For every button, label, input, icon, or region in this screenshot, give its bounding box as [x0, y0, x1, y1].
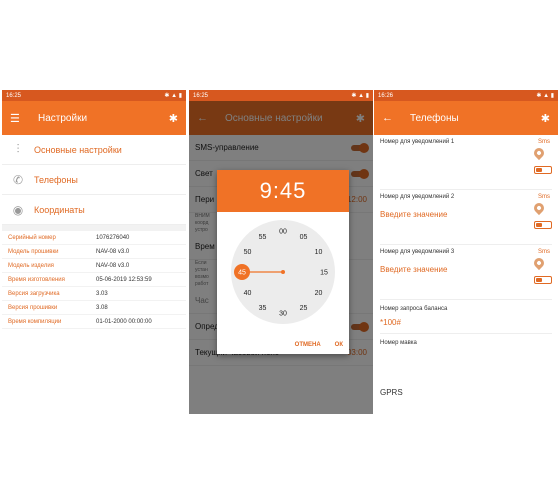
notify-number-1[interactable]: Номер для уведомлений 1 Sms	[374, 135, 558, 189]
minute-label[interactable]: 35	[259, 305, 267, 312]
dialog-actions: ОТМЕНА ОК	[295, 342, 343, 348]
menu-item-phones[interactable]: ✆ Телефоны	[2, 165, 186, 195]
status-time: 16:25	[193, 92, 209, 99]
minute-label[interactable]: 10	[315, 249, 323, 256]
status-bar: 16:25 ✱ ▲ ▮	[2, 90, 186, 101]
info-key: Модель изделия	[8, 262, 54, 269]
info-row: Серийный номер 1076276040	[2, 231, 186, 245]
location-pin-icon[interactable]	[531, 145, 547, 161]
status-bar: 16:26 ✱ ▲ ▮	[374, 90, 558, 101]
sms-toggle[interactable]	[534, 166, 552, 174]
info-value: 3.08	[96, 304, 108, 311]
main-settings-screen: 16:25 ✱ ▲ ▮ ← Основные настройки ✱ SMS-у…	[189, 90, 373, 414]
minute-label[interactable]: 55	[259, 234, 267, 241]
time-picker-dialog: 9:45 00 05 10 15 20 25 30 35 40 45 50 55 ОТМЕНА ОК	[217, 170, 349, 354]
info-row: Модель прошивки NAV-08 v3.0	[2, 245, 186, 259]
menu-item-coordinates[interactable]: ◉ Координаты	[2, 195, 186, 225]
info-key: Модель прошивки	[8, 248, 59, 255]
sms-toggle[interactable]	[534, 221, 552, 229]
info-row: Время компиляции 01-01-2000 00:00:00	[2, 315, 186, 329]
menu-item-main-settings[interactable]: ⫶ Основные настройки	[2, 135, 186, 165]
status-time: 16:26	[378, 92, 394, 99]
app-bar: ← Телефоны ✱	[374, 101, 558, 135]
sms-label: Sms	[538, 249, 550, 255]
clock-face[interactable]: 00 05 10 15 20 25 30 35 40 45 50 55	[217, 216, 349, 336]
info-key: Время изготовления	[8, 276, 65, 283]
info-value: NAV-08 v3.0	[96, 248, 130, 255]
info-key: Версия загрузчика	[8, 290, 60, 297]
gprs-section[interactable]: GPRS	[374, 382, 558, 403]
minute-label[interactable]: 50	[244, 249, 252, 256]
field-value[interactable]: Введите значение	[380, 210, 552, 219]
field-label: Номер запроса баланса	[380, 306, 448, 312]
phones-screen: 16:26 ✱ ▲ ▮ ← Телефоны ✱ Номер для уведо…	[374, 90, 558, 414]
settings-screen: 16:25 ✱ ▲ ▮ ☰ Настройки ✱ ⫶ Основные нас…	[2, 90, 186, 414]
minute-label[interactable]: 45	[238, 270, 246, 277]
section-label: GPRS	[380, 388, 403, 397]
sms-label: Sms	[538, 194, 550, 200]
notify-number-3[interactable]: Номер для уведомлений 3 Введите значение…	[374, 245, 558, 299]
page-title: Телефоны	[410, 112, 459, 124]
minute-label[interactable]: 20	[315, 290, 323, 297]
field-label: Номер для уведомлений 3	[380, 249, 455, 255]
field-label: Номер для уведомлений 2	[380, 194, 455, 200]
sms-label: Sms	[538, 139, 550, 145]
field-value[interactable]: *100#	[380, 318, 552, 327]
info-value: 05-06-2019 12:53:59	[96, 276, 152, 283]
info-value: NAV-08 v3.0	[96, 262, 130, 269]
status-icons: ✱ ▲ ▮	[164, 93, 182, 99]
info-row: Версия загрузчика 3.03	[2, 287, 186, 301]
minute-label[interactable]: 25	[300, 305, 308, 312]
field-value[interactable]: Введите значение	[380, 265, 552, 274]
info-row: Модель изделия NAV-08 v3.0	[2, 259, 186, 273]
field-label: Номер для уведомлений 1	[380, 139, 455, 145]
status-icons: ✱ ▲ ▮	[351, 93, 369, 99]
back-arrow-icon[interactable]: ←	[382, 112, 396, 124]
app-bar: ☰ Настройки ✱	[2, 101, 186, 135]
bluetooth-icon[interactable]: ✱	[541, 112, 550, 125]
info-value: 01-01-2000 00:00:00	[96, 318, 152, 325]
menu-icon[interactable]: ☰	[10, 112, 24, 125]
minute-label[interactable]: 40	[244, 290, 252, 297]
status-icons: ✱ ▲ ▮	[536, 93, 554, 99]
sms-toggle[interactable]	[534, 276, 552, 284]
info-row: Версия прошивки 3.08	[2, 301, 186, 315]
bluetooth-icon[interactable]: ✱	[169, 112, 178, 125]
location-target-icon: ◉	[12, 202, 24, 217]
minute-label[interactable]: 15	[320, 270, 328, 277]
info-value: 3.03	[96, 290, 108, 297]
balance-number[interactable]: Номер запроса баланса *100#	[374, 300, 558, 333]
info-key: Время компиляции	[8, 318, 62, 325]
minute-label[interactable]: 30	[279, 311, 287, 318]
info-key: Серийный номер	[8, 234, 56, 241]
info-value: 1076276040	[96, 234, 130, 241]
master-number[interactable]: Номер мавка	[374, 334, 558, 352]
minute-label[interactable]: 00	[279, 229, 287, 236]
cancel-button[interactable]: ОТМЕНА	[295, 342, 321, 348]
phone-icon: ✆	[12, 172, 24, 187]
info-key: Версия прошивки	[8, 304, 58, 311]
menu-item-label: Основные настройки	[34, 144, 122, 155]
time-display[interactable]: 9:45	[217, 170, 349, 212]
info-row: Время изготовления 05-06-2019 12:53:59	[2, 273, 186, 287]
minute-label[interactable]: 05	[300, 234, 308, 241]
sliders-icon: ⫶	[16, 142, 20, 156]
page-title: Настройки	[38, 112, 88, 124]
field-label: Номер мавка	[380, 340, 417, 346]
ok-button[interactable]: ОК	[335, 342, 343, 348]
notify-number-2[interactable]: Номер для уведомлений 2 Введите значение…	[374, 190, 558, 244]
status-bar: 16:25 ✱ ▲ ▮	[189, 90, 373, 101]
status-time: 16:25	[6, 92, 22, 99]
clock-center	[281, 270, 285, 274]
menu-item-label: Координаты	[34, 204, 85, 215]
menu-item-label: Телефоны	[34, 174, 78, 185]
